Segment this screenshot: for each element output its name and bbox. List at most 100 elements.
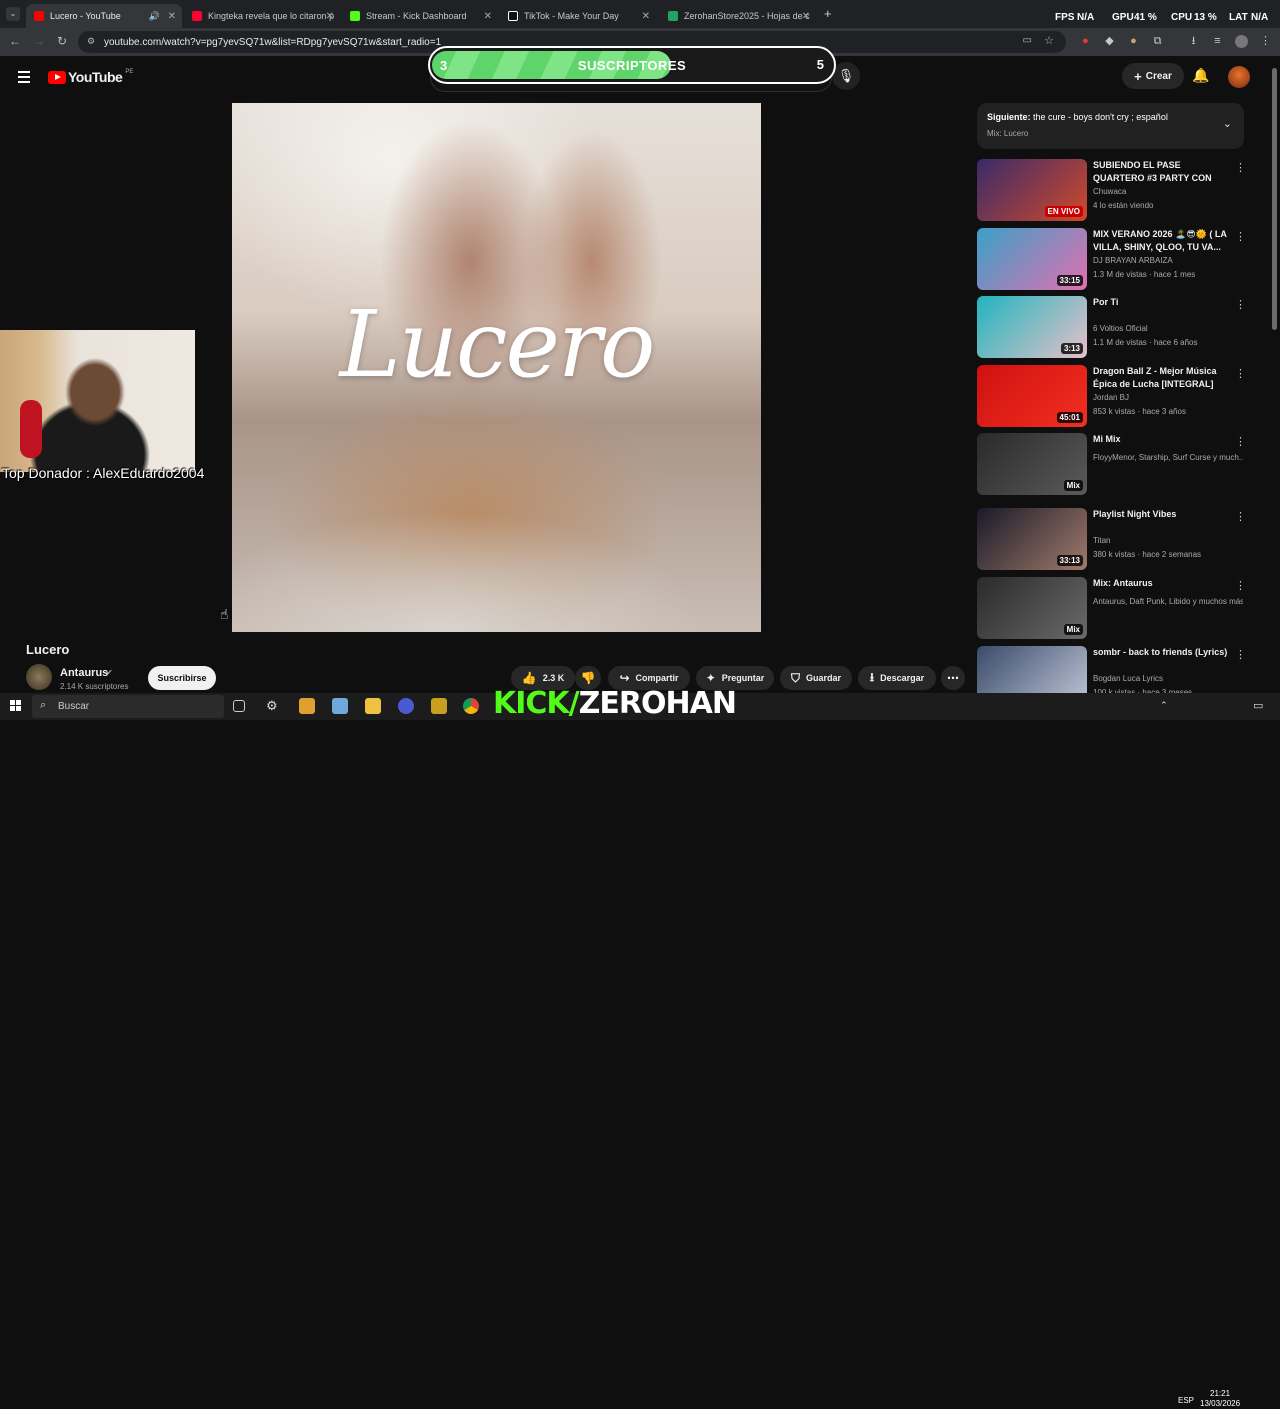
tray-chevron-icon[interactable]: ⌃: [1160, 700, 1168, 711]
video-thumbnail[interactable]: 33:13: [977, 508, 1087, 570]
settings-gear-icon[interactable]: ⚙: [266, 698, 282, 714]
file-explorer-icon[interactable]: [365, 698, 381, 714]
clock-date: 13/03/2026: [1200, 1399, 1241, 1408]
more-options-icon[interactable]: ⋮: [1235, 648, 1246, 661]
save-button[interactable]: ⛉ Guardar: [780, 666, 852, 690]
recommendation-item[interactable]: 45:01 Dragon Ball Z - Mejor Música Épica …: [977, 365, 1257, 427]
windows-start-icon[interactable]: [10, 700, 22, 712]
hud-gpu-value: 41 %: [1134, 12, 1157, 23]
more-options-icon[interactable]: ⋮: [1235, 367, 1246, 380]
close-tab-icon[interactable]: ✕: [484, 11, 492, 22]
page-scrollbar[interactable]: [1270, 56, 1280, 692]
more-options-icon[interactable]: ⋮: [1235, 230, 1246, 243]
download-icon[interactable]: ⭳: [1187, 35, 1200, 48]
recommendation-item[interactable]: Mix Mi Mix FloyyMenor, Starship, Surf Curs…: [977, 433, 1257, 495]
video-thumbnail[interactable]: Mix: [977, 433, 1087, 495]
video-thumbnail[interactable]: EN VIVO: [977, 159, 1087, 221]
forward-arrow-icon[interactable]: →: [33, 34, 45, 48]
obs-icon[interactable]: [398, 698, 414, 714]
recommendation-channel[interactable]: 6 Voltios Oficial: [1093, 324, 1243, 333]
video-thumbnail[interactable]: 3:13: [977, 296, 1087, 358]
country-code: PE: [125, 69, 134, 75]
more-options-icon[interactable]: ⋮: [1235, 579, 1246, 592]
media-controls-icon[interactable]: ≡: [1211, 35, 1224, 48]
extension-diamond-icon[interactable]: ◆: [1103, 35, 1116, 48]
recommendation-channel[interactable]: Bogdan Luca Lyrics: [1093, 674, 1243, 683]
chrome-icon[interactable]: [463, 698, 479, 714]
recommendation-title[interactable]: Dragon Ball Z - Mejor Música Épica de Lu…: [1093, 365, 1233, 391]
close-tab-icon[interactable]: ✕: [326, 11, 334, 22]
download-button[interactable]: ⭳ Descargar: [858, 666, 936, 690]
extension-red-icon[interactable]: ●: [1079, 35, 1092, 48]
recommendation-title[interactable]: Por Ti: [1093, 296, 1233, 309]
video-thumbnail[interactable]: Mix: [977, 577, 1087, 639]
channel-avatar[interactable]: [26, 664, 52, 690]
task-view-icon[interactable]: [233, 700, 245, 712]
notifications-bell-icon[interactable]: 🔔: [1192, 67, 1209, 84]
up-next-song: the cure - boys don't cry ; español: [1033, 112, 1168, 122]
recommendation-title[interactable]: Mix: Antaurus: [1093, 577, 1233, 590]
recommendation-channel[interactable]: Titan: [1093, 536, 1243, 545]
up-next-panel[interactable]: Siguiente: the cure - boys don't cry ; e…: [977, 103, 1244, 149]
more-options-icon[interactable]: ⋮: [1235, 298, 1246, 311]
new-tab-button[interactable]: +: [824, 6, 832, 21]
video-player[interactable]: Lucero: [232, 103, 761, 632]
more-actions-button[interactable]: ⋯: [941, 666, 965, 690]
extension-cookie-icon[interactable]: ●: [1127, 35, 1140, 48]
keyboard-language[interactable]: ESP: [1178, 1396, 1194, 1405]
recommendation-channel[interactable]: Jordan BJ: [1093, 393, 1243, 402]
recommendation-title[interactable]: MIX VERANO 2026 🏝️😎🌞 ( LA VILLA, SHINY, …: [1093, 228, 1233, 254]
recommendation-item[interactable]: 33:15 MIX VERANO 2026 🏝️😎🌞 ( LA VILLA, SH…: [977, 228, 1257, 290]
scrollbar-thumb[interactable]: [1272, 68, 1277, 330]
reload-icon[interactable]: ↻: [57, 34, 67, 48]
tab-tiktok[interactable]: TikTok - Make Your Day ✕: [500, 4, 656, 28]
recommendation-item[interactable]: EN VIVO SUBIENDO EL PASE QUARTERO #3 PART…: [977, 159, 1257, 221]
cast-icon[interactable]: ▭: [1023, 35, 1032, 46]
system-clock[interactable]: 21:21 13/03/2026: [1200, 1389, 1240, 1409]
recommendation-channel[interactable]: DJ BRAYAN ARBAIZA: [1093, 256, 1243, 265]
thumbs-up-icon: 👍: [521, 671, 537, 685]
browser-menu-icon[interactable]: ⋮: [1259, 35, 1272, 48]
more-options-icon[interactable]: ⋮: [1235, 510, 1246, 523]
extensions-puzzle-icon[interactable]: ⧉: [1151, 35, 1164, 48]
channel-name[interactable]: Antaurus: [60, 667, 108, 679]
app-blue-icon[interactable]: [332, 698, 348, 714]
video-thumbnail[interactable]: 33:15: [977, 228, 1087, 290]
site-info-icon[interactable]: ⚙: [87, 36, 95, 47]
webcam-microphone: [20, 400, 42, 458]
recommendation-item[interactable]: Mix Mix: Antaurus Antaurus, Daft Punk, Lib…: [977, 577, 1257, 639]
recommendation-title[interactable]: Mi Mix: [1093, 433, 1233, 446]
recommendation-channel[interactable]: Chuwaca: [1093, 187, 1243, 196]
account-avatar[interactable]: [1228, 66, 1250, 88]
youtube-logo[interactable]: YouTube PE: [48, 69, 133, 85]
video-thumbnail[interactable]: 45:01: [977, 365, 1087, 427]
subscribe-button[interactable]: Suscribirse: [148, 666, 216, 690]
recommendation-title[interactable]: Playlist Night Vibes: [1093, 508, 1233, 521]
chevron-down-icon[interactable]: ⌄: [1223, 117, 1232, 130]
app-yellow-icon[interactable]: [431, 698, 447, 714]
tab-search-button[interactable]: ⌄: [6, 7, 20, 21]
tab-kingteka[interactable]: Kingteka revela que lo citaron p ✕: [184, 4, 340, 28]
notification-center-icon[interactable]: ▭: [1253, 699, 1263, 712]
taskbar-search-input[interactable]: ⌕ Buscar: [32, 695, 224, 718]
tab-kick-dashboard[interactable]: Stream - Kick Dashboard ✕: [342, 4, 498, 28]
media-app-icon[interactable]: [299, 698, 315, 714]
more-options-icon[interactable]: ⋮: [1235, 435, 1246, 448]
microphone-icon[interactable]: 🎙: [832, 62, 860, 90]
close-tab-icon[interactable]: ✕: [168, 11, 176, 22]
close-tab-icon[interactable]: ✕: [802, 11, 810, 22]
create-button[interactable]: + Crear: [1122, 63, 1184, 89]
bookmark-star-icon[interactable]: ☆: [1044, 34, 1054, 47]
recommendation-title[interactable]: SUBIENDO EL PASE QUARTERO #3 PARTY CON V…: [1093, 159, 1233, 185]
profile-icon[interactable]: [1235, 35, 1248, 48]
recommendation-item[interactable]: 3:13 Por Ti 6 Voltios Oficial 1.1 M de vist…: [977, 296, 1257, 358]
hamburger-menu-icon[interactable]: [18, 71, 30, 86]
back-arrow-icon[interactable]: ←: [9, 34, 21, 48]
recommendation-title[interactable]: sombr - back to friends (Lyrics): [1093, 646, 1233, 659]
tab-youtube[interactable]: Lucero - YouTube 🔊 ✕: [26, 4, 182, 28]
tab-sheets[interactable]: ZerohanStore2025 - Hojas de c ✕: [660, 4, 816, 28]
more-options-icon[interactable]: ⋮: [1235, 161, 1246, 174]
recommendation-item[interactable]: 33:13 Playlist Night Vibes Titan 380 k vist…: [977, 508, 1257, 570]
close-tab-icon[interactable]: ✕: [642, 11, 650, 22]
speaker-icon[interactable]: 🔊: [149, 11, 160, 22]
